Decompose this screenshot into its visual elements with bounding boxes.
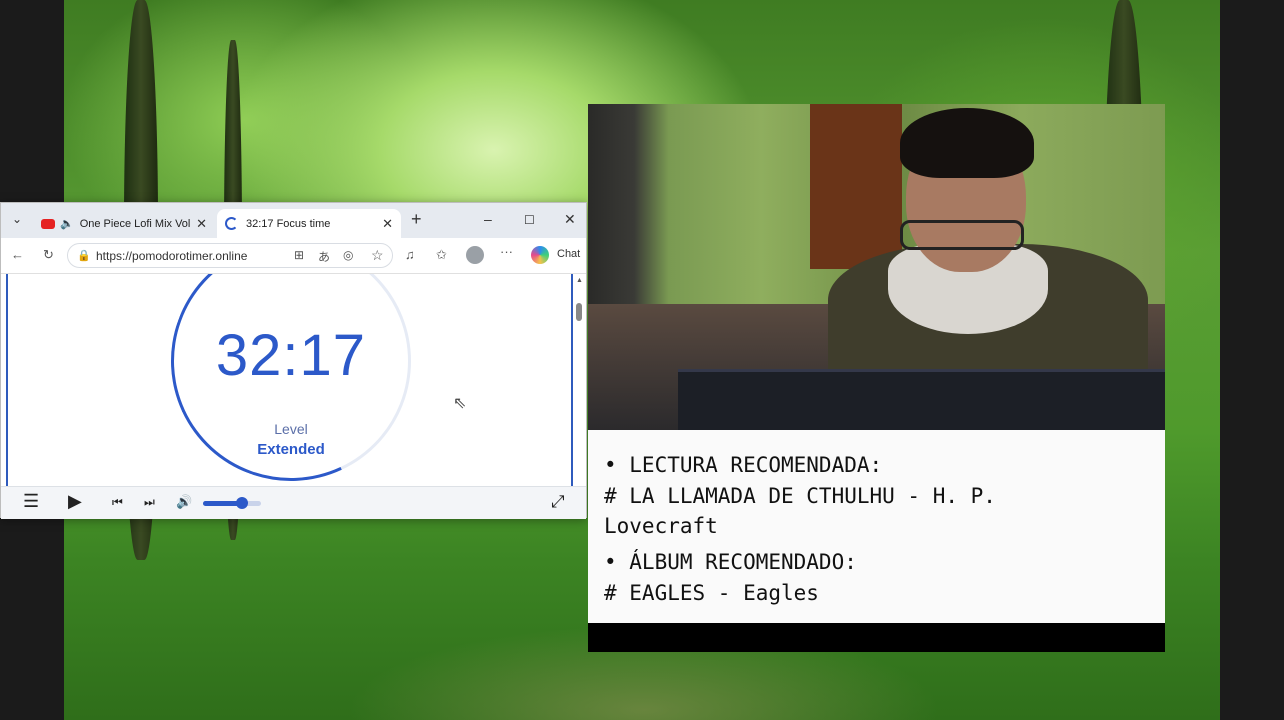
more-menu-icon[interactable]: ···: [500, 244, 513, 259]
split-screen-icon[interactable]: ⊞: [294, 248, 304, 262]
timer-display: 32:17: [215, 323, 367, 388]
page-content: 32:17 Level Extended: [6, 274, 573, 486]
bookshelf: [810, 104, 902, 269]
next-track-icon[interactable]: ⏭: [144, 495, 155, 510]
address-bar: ← ↻ 🔒 https://pomodorotimer.online ⊞ あ ◎…: [1, 238, 586, 274]
minimize-button[interactable]: –: [484, 211, 492, 227]
scroll-thumb[interactable]: [576, 303, 582, 321]
tab-list-chevron-icon[interactable]: ⌄: [12, 212, 22, 226]
media-player-bar: ☰ ▶ ⏮ ⏭ 🔊 ⤢: [1, 486, 586, 519]
recommendations-panel: • LECTURA RECOMENDADA: # LA LLAMADA DE C…: [588, 430, 1165, 623]
close-icon[interactable]: ✕: [382, 216, 393, 232]
fullscreen-icon[interactable]: ⤢: [551, 492, 565, 512]
close-icon[interactable]: ✕: [196, 216, 207, 232]
window-close-button[interactable]: ✕: [564, 211, 576, 228]
menu-icon[interactable]: ☰: [23, 491, 39, 512]
album-title: # EAGLES - Eagles: [604, 581, 819, 605]
loading-icon: [225, 217, 238, 230]
maximize-button[interactable]: ☐: [524, 213, 535, 227]
tab-label: One Piece Lofi Mix Vol.I: [79, 217, 190, 230]
url-field[interactable]: 🔒 https://pomodorotimer.online ⊞ あ ◎ ☆: [67, 243, 393, 268]
media-control-icon[interactable]: ♫: [405, 247, 415, 262]
person-hair: [900, 108, 1034, 178]
tab-focus-time[interactable]: 32:17 Focus time ✕: [217, 209, 401, 238]
scrollbar[interactable]: ▲: [576, 277, 583, 485]
play-button[interactable]: ▶: [68, 491, 82, 512]
reading-title: # LA LLAMADA DE CTHULHU - H. P.: [604, 484, 996, 508]
volume-knob[interactable]: [236, 497, 249, 509]
black-bar: [588, 623, 1165, 652]
volume-slider[interactable]: [203, 497, 261, 509]
profile-avatar[interactable]: [466, 246, 484, 264]
favorites-icon[interactable]: ✩: [436, 247, 447, 263]
person-glasses: [900, 220, 1024, 250]
scroll-up-icon[interactable]: ▲: [576, 277, 583, 284]
reading-author: Lovecraft: [604, 514, 718, 538]
reading-heading: • LECTURA RECOMENDADA:: [604, 453, 883, 477]
mouse-cursor-icon: ⇖: [453, 395, 467, 412]
level-label: Level: [274, 421, 308, 437]
tab-youtube[interactable]: 🔈 One Piece Lofi Mix Vol.I ✕: [33, 209, 215, 238]
back-arrow-icon[interactable]: ←: [11, 247, 24, 262]
youtube-icon: [41, 218, 55, 229]
browser-window: ⌄ 🔈 One Piece Lofi Mix Vol.I ✕ 32:17 Foc…: [0, 202, 587, 519]
level-value[interactable]: Extended: [171, 441, 411, 458]
url-text: https://pomodorotimer.online: [96, 249, 248, 263]
tab-bar: ⌄ 🔈 One Piece Lofi Mix Vol.I ✕ 32:17 Foc…: [1, 203, 586, 238]
favorite-star-icon[interactable]: ☆: [371, 247, 384, 264]
translate-icon[interactable]: あ: [318, 248, 330, 265]
chat-button[interactable]: Chat: [557, 248, 580, 260]
album-heading: • ÁLBUM RECOMENDADO:: [604, 550, 857, 574]
extension-icon[interactable]: ◎: [343, 248, 353, 262]
new-tab-button[interactable]: +: [411, 209, 422, 230]
tab-label: 32:17 Focus time: [246, 217, 331, 230]
lock-icon: 🔒: [77, 250, 91, 262]
previous-track-icon[interactable]: ⏮: [112, 495, 123, 510]
speaker-icon[interactable]: 🔈: [60, 217, 74, 230]
monitor: [678, 369, 1165, 430]
refresh-icon[interactable]: ↻: [43, 247, 54, 263]
volume-icon[interactable]: 🔊: [176, 494, 192, 510]
copilot-icon[interactable]: [531, 246, 549, 264]
webcam-feed: [588, 104, 1165, 430]
